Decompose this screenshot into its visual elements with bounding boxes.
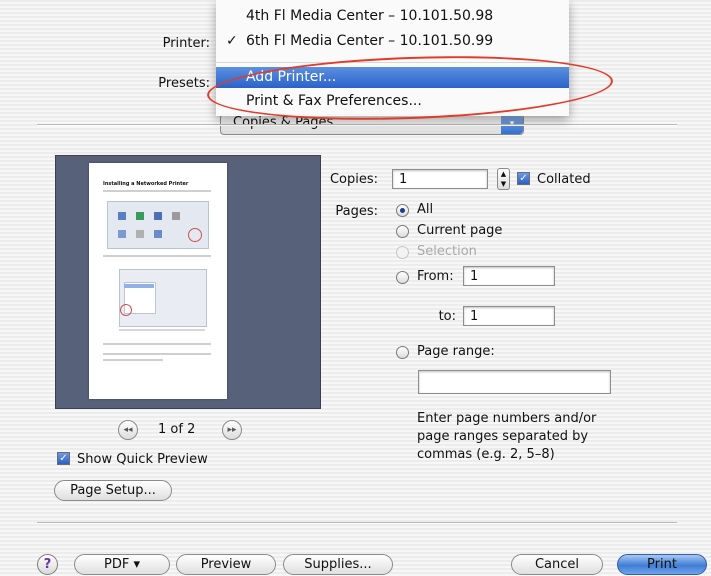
pages-label: Pages:	[335, 204, 378, 219]
checkmark-icon: ✓	[226, 33, 238, 49]
menu-item-6th-fl[interactable]: ✓ 6th Fl Media Center – 10.101.50.99	[216, 31, 569, 52]
copies-stepper[interactable]: ▲ ▼	[497, 168, 510, 190]
collated-label: Collated	[537, 172, 591, 187]
page-setup-button[interactable]: Page Setup...	[54, 480, 172, 501]
bottom-separator	[37, 522, 677, 524]
print-button[interactable]: Print	[617, 554, 707, 575]
printer-label: Printer:	[162, 36, 210, 51]
pages-current-label: Current page	[417, 223, 503, 238]
arrow-left-icon: ◂◂	[123, 425, 133, 435]
to-label: to:	[438, 309, 456, 324]
pages-current-radio[interactable]	[396, 225, 409, 238]
pages-selection-label: Selection	[417, 244, 477, 259]
pages-from-radio[interactable]	[396, 271, 409, 284]
previous-page-button[interactable]: ◂◂	[118, 420, 138, 440]
menu-item-4th-fl[interactable]: 4th Fl Media Center – 10.101.50.98	[216, 6, 569, 27]
preview-button[interactable]: Preview	[176, 554, 276, 575]
preview-screenshot-icon	[107, 201, 209, 249]
collated-checkbox[interactable]: ✓	[517, 172, 530, 185]
pages-from-label: From:	[417, 269, 454, 284]
pages-range-radio[interactable]	[396, 346, 409, 359]
presets-label: Presets:	[158, 76, 210, 91]
page-range-help-line-1: Enter page numbers and/or	[417, 411, 597, 426]
preview-page: Installing a Networked Printer	[89, 163, 227, 399]
copies-input[interactable]: 1	[392, 169, 488, 189]
page-range-help-line-3: commas (e.g. 2, 5–8)	[417, 447, 555, 462]
preview-screenshot-icon	[119, 269, 207, 327]
to-page-input[interactable]: 1	[463, 306, 555, 326]
pages-all-label: All	[417, 202, 434, 217]
help-button[interactable]: ?	[37, 554, 58, 575]
preview-doc-title: Installing a Networked Printer	[103, 181, 189, 187]
pdf-menu-button[interactable]: PDF ▾	[74, 554, 170, 575]
top-separator	[37, 124, 677, 126]
copies-label: Copies:	[329, 172, 378, 187]
arrow-right-icon: ▸▸	[227, 425, 237, 435]
page-indicator: 1 of 2	[158, 422, 196, 437]
cancel-button[interactable]: Cancel	[511, 554, 603, 575]
show-quick-preview-checkbox[interactable]: ✓	[57, 452, 70, 465]
page-range-input[interactable]	[418, 370, 611, 394]
show-quick-preview-label: Show Quick Preview	[77, 452, 208, 467]
next-page-button[interactable]: ▸▸	[222, 420, 242, 440]
pages-all-radio[interactable]	[396, 204, 409, 217]
pages-selection-radio	[396, 246, 409, 259]
from-page-input[interactable]: 1	[463, 266, 555, 286]
page-range-help-line-2: page ranges separated by	[417, 429, 589, 444]
menu-item-label: 6th Fl Media Center – 10.101.50.99	[246, 33, 494, 49]
menu-item-label: 4th Fl Media Center – 10.101.50.98	[246, 8, 494, 24]
supplies-button[interactable]: Supplies...	[283, 554, 393, 575]
page-range-label: Page range:	[417, 344, 495, 359]
